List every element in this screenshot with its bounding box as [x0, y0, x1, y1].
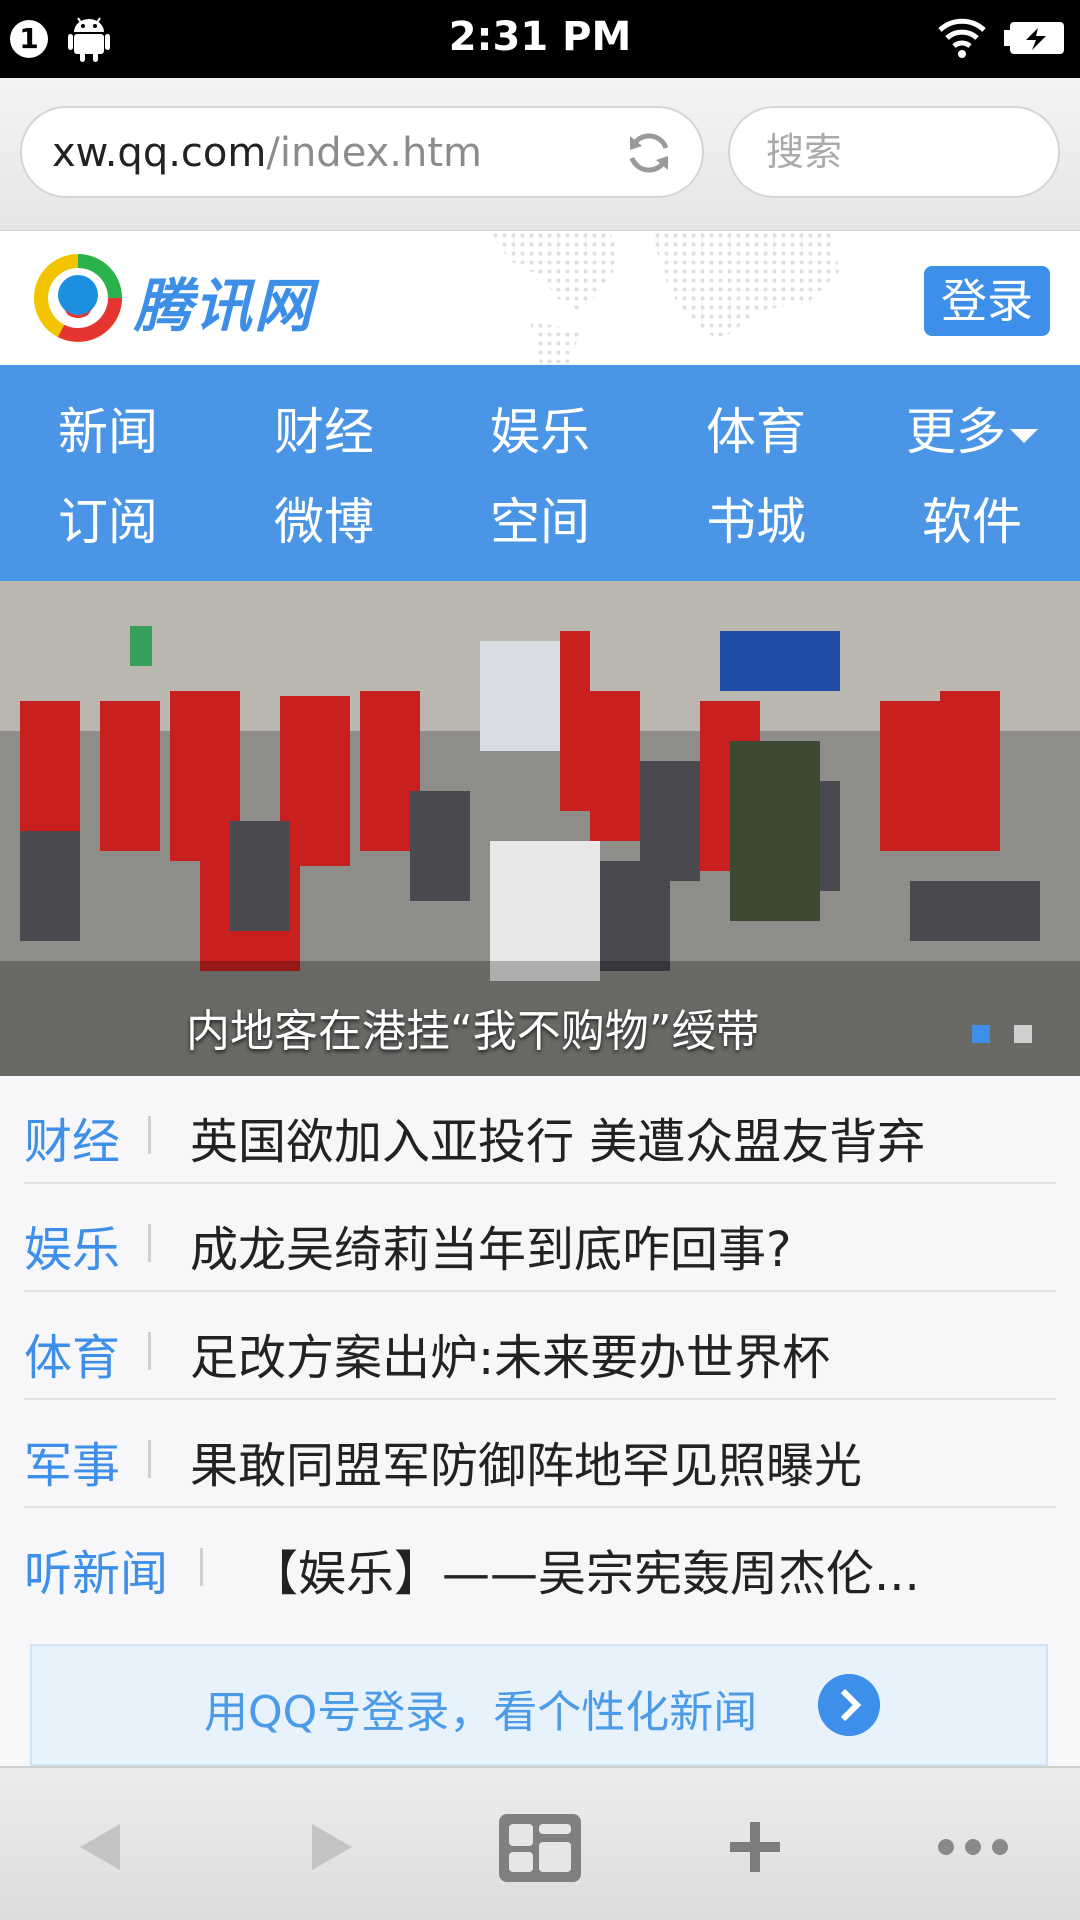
divider [148, 1332, 151, 1370]
list-item[interactable]: 军事 果敢同盟军防御阵地罕见照曝光 [24, 1400, 1056, 1508]
browser-toolbar [0, 1766, 1080, 1920]
reload-icon[interactable] [622, 126, 676, 180]
nav-finance[interactable]: 财经 [216, 387, 432, 477]
hero-carousel[interactable]: 内地客在港挂“我不购物”绶带 [0, 581, 1080, 1076]
more-icon[interactable] [928, 1808, 1018, 1886]
back-icon[interactable] [58, 1808, 148, 1886]
wifi-icon [938, 18, 986, 58]
qq-login-promo[interactable]: 用QQ号登录，看个性化新闻 [30, 1644, 1048, 1766]
news-category[interactable]: 体育 [24, 1318, 120, 1388]
login-button[interactable]: 登录 [924, 266, 1050, 336]
add-icon[interactable] [710, 1808, 800, 1886]
nav-entertainment[interactable]: 娱乐 [432, 387, 648, 477]
tabs-icon[interactable] [495, 1808, 585, 1886]
chevron-right-icon[interactable] [818, 1674, 880, 1736]
divider [148, 1224, 151, 1262]
list-item[interactable]: 娱乐 成龙吴绮莉当年到底咋回事? [24, 1184, 1056, 1292]
nav-news[interactable]: 新闻 [0, 387, 216, 477]
headline-list: 财经 英国欲加入亚投行 美遭众盟友背弃 娱乐 成龙吴绮莉当年到底咋回事? 体育 … [24, 1076, 1056, 1616]
caret-down-icon [1010, 428, 1038, 443]
url-text: xw.qq.com/index.htm [52, 130, 482, 176]
nav-row-1: 新闻 财经 娱乐 体育 更多 [0, 387, 1080, 477]
nav-more-label: 更多 [906, 403, 1006, 461]
nav-software[interactable]: 软件 [864, 477, 1080, 567]
news-category[interactable]: 听新闻 [24, 1534, 168, 1604]
news-title[interactable]: 足改方案出炉:未来要办世界杯 [190, 1318, 830, 1388]
search-input[interactable]: 搜索 [728, 106, 1060, 198]
url-host: xw.qq.com [52, 130, 267, 176]
divider [148, 1440, 151, 1478]
carousel-dot-active[interactable] [972, 1025, 990, 1043]
nav-row-2: 订阅 微博 空间 书城 软件 [0, 477, 1080, 567]
url-path: /index.htm [266, 130, 482, 176]
nav-sports[interactable]: 体育 [648, 387, 864, 477]
battery-icon [1004, 22, 1064, 54]
nav-subscribe[interactable]: 订阅 [0, 477, 216, 567]
news-category[interactable]: 娱乐 [24, 1210, 120, 1280]
list-item[interactable]: 财经 英国欲加入亚投行 美遭众盟友背弃 [24, 1076, 1056, 1184]
category-nav: 新闻 财经 娱乐 体育 更多 订阅 微博 空间 书城 软件 [0, 365, 1080, 581]
news-category[interactable]: 财经 [24, 1102, 120, 1172]
nav-weibo[interactable]: 微博 [216, 477, 432, 567]
world-map-decoration [490, 231, 840, 363]
site-logo-text: 腾讯网 [134, 272, 315, 340]
nav-qzone[interactable]: 空间 [432, 477, 648, 567]
status-bar: 1 2:31 PM [0, 0, 1080, 78]
hero-caption[interactable]: 内地客在港挂“我不购物”绶带 [186, 995, 760, 1059]
tencent-logo-icon [34, 254, 122, 342]
list-item[interactable]: 体育 足改方案出炉:未来要办世界杯 [24, 1292, 1056, 1400]
list-item[interactable]: 听新闻 【娱乐】——吴宗宪轰周杰伦... [24, 1508, 1056, 1616]
url-field[interactable]: xw.qq.com/index.htm [20, 106, 704, 198]
nav-more[interactable]: 更多 [864, 387, 1080, 477]
divider [200, 1548, 203, 1586]
browser-address-bar: xw.qq.com/index.htm 搜索 [0, 78, 1080, 231]
promo-text[interactable]: 用QQ号登录，看个性化新闻 [204, 1676, 757, 1740]
site-header: 腾讯网 登录 [0, 231, 1080, 363]
news-title[interactable]: 【娱乐】——吴宗宪轰周杰伦... [250, 1534, 920, 1604]
news-title[interactable]: 成龙吴绮莉当年到底咋回事? [190, 1210, 791, 1280]
nav-books[interactable]: 书城 [648, 477, 864, 567]
divider [148, 1116, 151, 1154]
forward-icon[interactable] [284, 1808, 374, 1886]
news-title[interactable]: 果敢同盟军防御阵地罕见照曝光 [190, 1426, 862, 1496]
clock: 2:31 PM [448, 14, 632, 60]
news-category[interactable]: 军事 [24, 1426, 120, 1496]
carousel-dot[interactable] [1014, 1025, 1032, 1043]
news-title[interactable]: 英国欲加入亚投行 美遭众盟友背弃 [190, 1102, 925, 1172]
